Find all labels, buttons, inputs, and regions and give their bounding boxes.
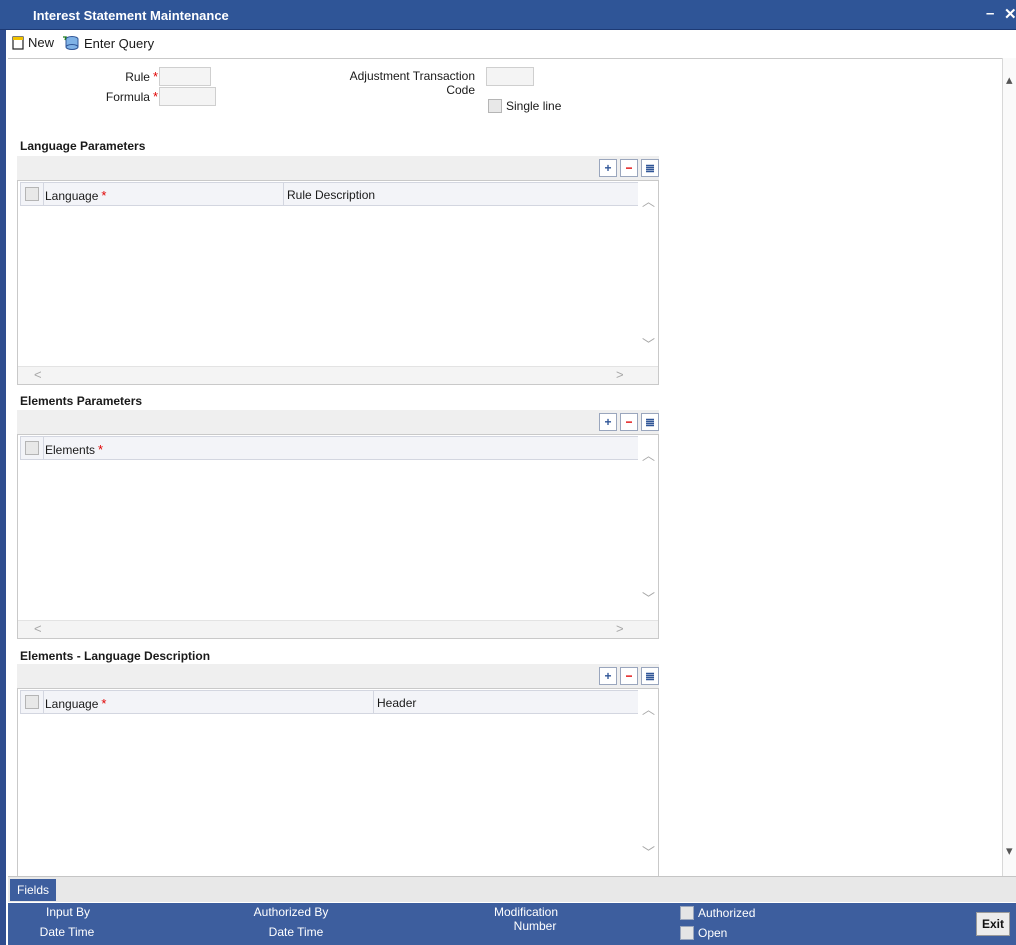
grid-header: Language * Header bbox=[20, 690, 639, 714]
audit-footer: Input By Date Time Authorized By Date Ti… bbox=[8, 903, 1016, 945]
column-header-header[interactable]: Header bbox=[377, 696, 416, 710]
grid-vertical-scrollbar[interactable]: ︿ ﹀ bbox=[638, 689, 658, 876]
form-vertical-scrollbar[interactable]: ▴ ▾ bbox=[1002, 58, 1016, 876]
formula-label: Formula * bbox=[105, 89, 158, 104]
enter-query-button[interactable]: Enter Query bbox=[62, 35, 154, 51]
rule-label: Rule * bbox=[125, 69, 158, 84]
column-header-language[interactable]: Language * bbox=[45, 696, 106, 711]
exit-button[interactable]: Exit bbox=[976, 912, 1010, 936]
chevron-up-icon[interactable]: ︿ bbox=[642, 699, 655, 718]
grid-horizontal-scrollbar[interactable]: < > bbox=[18, 366, 658, 384]
fields-bar: Fields bbox=[8, 876, 1016, 902]
fields-button[interactable]: Fields bbox=[10, 879, 57, 901]
elements-language-description-grid-toolbar: + − ≣ bbox=[17, 664, 659, 688]
open-checkbox bbox=[680, 926, 694, 940]
add-row-button[interactable]: + bbox=[599, 159, 617, 177]
minus-icon: − bbox=[625, 415, 633, 429]
formula-input[interactable] bbox=[159, 87, 216, 106]
list-view-icon: ≣ bbox=[644, 415, 656, 429]
single-record-view-button[interactable]: ≣ bbox=[641, 159, 659, 177]
modification-number-label: Modification Number bbox=[493, 905, 559, 933]
column-header-rule-description[interactable]: Rule Description bbox=[287, 188, 375, 202]
grid-vertical-scrollbar[interactable]: ︿ ﹀ bbox=[638, 435, 658, 620]
elements-language-description-grid: Language * Header ︿ ﹀ bbox=[17, 688, 659, 876]
elements-parameters-grid-toolbar: + − ≣ bbox=[17, 410, 659, 434]
grid-header: Language * Rule Description bbox=[20, 182, 639, 206]
required-marker: * bbox=[152, 89, 158, 104]
add-row-button[interactable]: + bbox=[599, 667, 617, 685]
chevron-down-icon[interactable]: ﹀ bbox=[642, 334, 655, 353]
date-time-label: Date Time bbox=[39, 925, 95, 939]
grid-horizontal-scrollbar[interactable]: < > bbox=[18, 620, 658, 638]
authorized-by-label: Authorized By bbox=[253, 905, 329, 919]
elements-language-description-title: Elements - Language Description bbox=[20, 649, 211, 663]
delete-row-button[interactable]: − bbox=[620, 667, 638, 685]
open-label: Open bbox=[698, 926, 728, 940]
single-record-view-button[interactable]: ≣ bbox=[641, 667, 659, 685]
rule-input[interactable] bbox=[159, 67, 211, 86]
new-label: New bbox=[28, 35, 55, 50]
language-parameters-grid: Language * Rule Description ︿ ﹀ < > bbox=[17, 180, 659, 385]
title-bar: Interest Statement Maintenance – ✕ bbox=[0, 0, 1016, 30]
list-view-icon: ≣ bbox=[644, 669, 656, 683]
delete-row-button[interactable]: − bbox=[620, 159, 638, 177]
date-time-label: Date Time bbox=[268, 925, 324, 939]
select-all-checkbox[interactable] bbox=[25, 695, 39, 709]
new-document-icon bbox=[12, 35, 24, 50]
authorized-option: Authorized bbox=[680, 906, 755, 920]
column-header-language[interactable]: Language * bbox=[45, 188, 106, 203]
elements-parameters-title: Elements Parameters bbox=[20, 394, 143, 408]
adjustment-transaction-code-input[interactable] bbox=[486, 67, 534, 86]
authorized-checkbox bbox=[680, 906, 694, 920]
window-title: Interest Statement Maintenance bbox=[33, 8, 229, 23]
open-option: Open bbox=[680, 926, 727, 940]
query-database-icon bbox=[63, 36, 79, 50]
minus-icon: − bbox=[625, 669, 633, 683]
single-line-label: Single line bbox=[506, 99, 562, 113]
chevron-down-icon[interactable]: ﹀ bbox=[642, 588, 655, 607]
column-header-elements[interactable]: Elements * bbox=[45, 442, 103, 457]
chevron-right-icon[interactable]: > bbox=[616, 621, 624, 636]
single-line-checkbox[interactable] bbox=[488, 99, 502, 113]
input-by-label: Input By bbox=[45, 905, 91, 919]
chevron-up-icon[interactable]: ︿ bbox=[642, 445, 655, 464]
chevron-left-icon[interactable]: < bbox=[34, 367, 42, 382]
grid-vertical-scrollbar[interactable]: ︿ ﹀ bbox=[638, 181, 658, 366]
add-row-button[interactable]: + bbox=[599, 413, 617, 431]
minus-icon: − bbox=[625, 161, 633, 175]
minimize-button[interactable]: – bbox=[986, 5, 994, 22]
plus-icon: + bbox=[604, 161, 612, 175]
plus-icon: + bbox=[604, 415, 612, 429]
chevron-up-icon[interactable]: ︿ bbox=[642, 191, 655, 210]
elements-parameters-grid: Elements * ︿ ﹀ < > bbox=[17, 434, 659, 639]
list-view-icon: ≣ bbox=[644, 161, 656, 175]
chevron-down-icon[interactable]: ﹀ bbox=[642, 842, 655, 861]
language-parameters-title: Language Parameters bbox=[20, 139, 146, 153]
close-button[interactable]: ✕ bbox=[1004, 5, 1016, 23]
enter-query-label: Enter Query bbox=[84, 35, 155, 51]
plus-icon: + bbox=[604, 669, 612, 683]
required-marker: * bbox=[152, 69, 158, 84]
delete-row-button[interactable]: − bbox=[620, 413, 638, 431]
authorized-label: Authorized bbox=[698, 906, 756, 920]
select-all-checkbox[interactable] bbox=[25, 441, 39, 455]
new-button[interactable]: New bbox=[12, 35, 54, 50]
chevron-left-icon[interactable]: < bbox=[34, 621, 42, 636]
single-record-view-button[interactable]: ≣ bbox=[641, 413, 659, 431]
scroll-up-icon[interactable]: ▴ bbox=[1006, 72, 1013, 88]
chevron-right-icon[interactable]: > bbox=[616, 367, 624, 382]
single-line-option[interactable]: Single line bbox=[488, 99, 561, 113]
grid-header: Elements * bbox=[20, 436, 639, 460]
adjustment-transaction-code-label: Adjustment Transaction Code bbox=[349, 69, 475, 97]
language-parameters-grid-toolbar: + − ≣ bbox=[17, 156, 659, 180]
scroll-down-icon[interactable]: ▾ bbox=[1006, 843, 1013, 859]
select-all-checkbox[interactable] bbox=[25, 187, 39, 201]
